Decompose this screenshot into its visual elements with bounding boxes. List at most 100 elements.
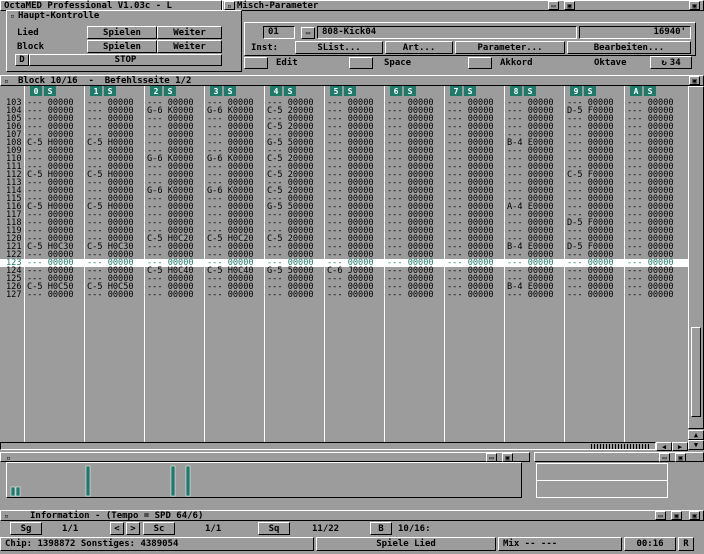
song-sg-button[interactable]: Sg [10,522,42,535]
depth-front-icon[interactable]: ▣ [671,511,682,520]
lied-weiter-button[interactable]: Weiter [157,26,222,39]
sequence-sq-button[interactable]: Sq [258,522,290,535]
track-header-5[interactable]: 5S [330,86,356,96]
track-solo-button[interactable]: S [644,86,656,96]
block-editor[interactable]: 0S1S2S3S4S5S6S7S8S9SAS 103 --- 00000 --- 0… [0,86,688,442]
track-solo-button[interactable]: S [524,86,536,96]
track-number[interactable]: 1 [90,86,102,96]
track-number[interactable]: 9 [570,86,582,96]
track-solo-button[interactable]: S [344,86,356,96]
depth-front-icon[interactable]: ▣ [675,453,686,462]
block-b-button[interactable]: B [370,522,392,535]
track-number[interactable]: 5 [330,86,342,96]
table-row[interactable]: 127 --- 00000 --- 00000 --- 00000 --- 00000 -… [0,291,688,300]
depth-back-icon[interactable]: ▭ [486,453,497,462]
track-solo-button[interactable]: S [464,86,476,96]
space-toggle[interactable] [349,57,373,69]
track-header-2[interactable]: 2S [150,86,176,96]
note-cell[interactable]: --- 00000 [327,291,374,300]
parameter-button[interactable]: Parameter... [455,41,565,54]
track-solo-button[interactable]: S [164,86,176,96]
section-sc-button[interactable]: Sc [143,522,175,535]
next-button[interactable]: > [126,522,140,535]
block-window-title-bar[interactable]: ▫ Block 10/16 - Befehlsseite 1/2 ▣ [0,75,704,86]
h-scroll-thumb[interactable] [591,444,651,449]
track-number[interactable]: 8 [510,86,522,96]
track-solo-button[interactable]: S [224,86,236,96]
vertical-scrollbar[interactable] [688,86,704,429]
track-number[interactable]: 7 [450,86,462,96]
close-gadget-icon[interactable]: ▫ [1,76,12,85]
note-cell[interactable]: --- 00000 [207,291,254,300]
scroll-left-icon[interactable]: ◀ [656,442,672,451]
track-solo-button[interactable]: S [44,86,56,96]
track-solo-button[interactable]: S [104,86,116,96]
track-header-0[interactable]: 0S [30,86,56,96]
track-number[interactable]: A [630,86,642,96]
close-gadget-icon[interactable]: ▫ [224,1,235,10]
depth-gadget-icon[interactable]: ▣ [689,511,700,520]
instrument-number[interactable]: 01 [263,26,295,39]
block-weiter-button[interactable]: Weiter [157,40,222,53]
track-number[interactable]: 2 [150,86,162,96]
track-number[interactable]: 3 [210,86,222,96]
track-number[interactable]: 6 [390,86,402,96]
note-cell[interactable]: --- 00000 [87,291,134,300]
oktave-cycle-button[interactable]: ↻ 34 [650,56,692,69]
note-cell[interactable]: --- 00000 [567,291,614,300]
track-number[interactable]: 4 [270,86,282,96]
track-header-4[interactable]: 4S [270,86,296,96]
scroll-up-icon[interactable]: ▲ [688,430,704,440]
edit-toggle[interactable] [244,57,268,69]
track-solo-button[interactable]: S [584,86,596,96]
meter-window-title[interactable]: ▫ ▭ ▣ [0,452,530,462]
horizontal-scrollbar[interactable] [0,442,656,450]
prev-button[interactable]: < [110,522,124,535]
depth-gadget-icon[interactable]: ▣ [689,76,700,85]
close-gadget-icon[interactable]: ▫ [1,511,12,520]
close-gadget-icon[interactable]: ▫ [3,453,14,462]
track-header-6[interactable]: 6S [390,86,416,96]
note-cell[interactable]: --- 00000 [267,291,314,300]
misch-window-title[interactable]: ▫ Misch-Parameter ▭ ▣ ▣ [222,0,704,11]
track-header-8[interactable]: 8S [510,86,536,96]
info-window-title[interactable]: ▫ Information - (Tempo = SPD 64/6) ▭ ▣ ▣ [0,510,704,521]
depth-gadget-icon[interactable]: ▣ [689,1,700,10]
close-gadget-icon[interactable]: ▫ [7,12,18,21]
depth-back-icon[interactable]: ▭ [548,1,559,10]
note-cell[interactable]: --- 00000 [387,291,434,300]
depth-back-icon[interactable]: ▭ [659,453,670,462]
note-cell[interactable]: --- 00000 [447,291,494,300]
track-header-A[interactable]: AS [630,86,656,96]
track-header-7[interactable]: 7S [450,86,476,96]
folder-icon[interactable]: ▭ [301,27,315,39]
note-cell[interactable]: --- 00000 [627,291,674,300]
art-button[interactable]: Art... [385,41,453,54]
track-header-3[interactable]: 3S [210,86,236,96]
slist-button[interactable]: SList... [295,41,383,54]
lied-spielen-button[interactable]: Spielen [87,26,157,39]
note-cell[interactable]: --- 00000 [507,291,554,300]
scope-window-title[interactable]: ▭ ▣ [534,452,704,462]
track-header-1[interactable]: 1S [90,86,116,96]
note-cell[interactable]: --- 00000 [27,291,74,300]
depth-back-icon[interactable]: ▭ [655,511,666,520]
bearbeiten-button[interactable]: Bearbeiten... [567,41,691,54]
track-solo-button[interactable]: S [404,86,416,96]
stop-button[interactable]: STOP [29,54,222,66]
track-header-9[interactable]: 9S [570,86,596,96]
instrument-name[interactable]: 808-Kick04 [317,26,577,39]
depth-front-icon[interactable]: ▣ [502,453,513,462]
scroll-down-icon[interactable]: ▼ [688,440,704,450]
track-number[interactable]: 0 [30,86,42,96]
scroll-thumb[interactable] [691,327,701,417]
scroll-right-icon[interactable]: ▶ [672,442,688,451]
track-solo-button[interactable]: S [284,86,296,96]
depth-front-icon[interactable]: ▣ [564,1,575,10]
d-button[interactable]: D [15,54,29,66]
akkord-toggle[interactable] [468,57,492,69]
r-button[interactable]: R [678,537,694,551]
block-spielen-button[interactable]: Spielen [87,40,157,53]
haupt-title-bar[interactable]: ▫ Haupt-Kontrolle [7,11,241,21]
note-cell[interactable]: --- 00000 [147,291,194,300]
